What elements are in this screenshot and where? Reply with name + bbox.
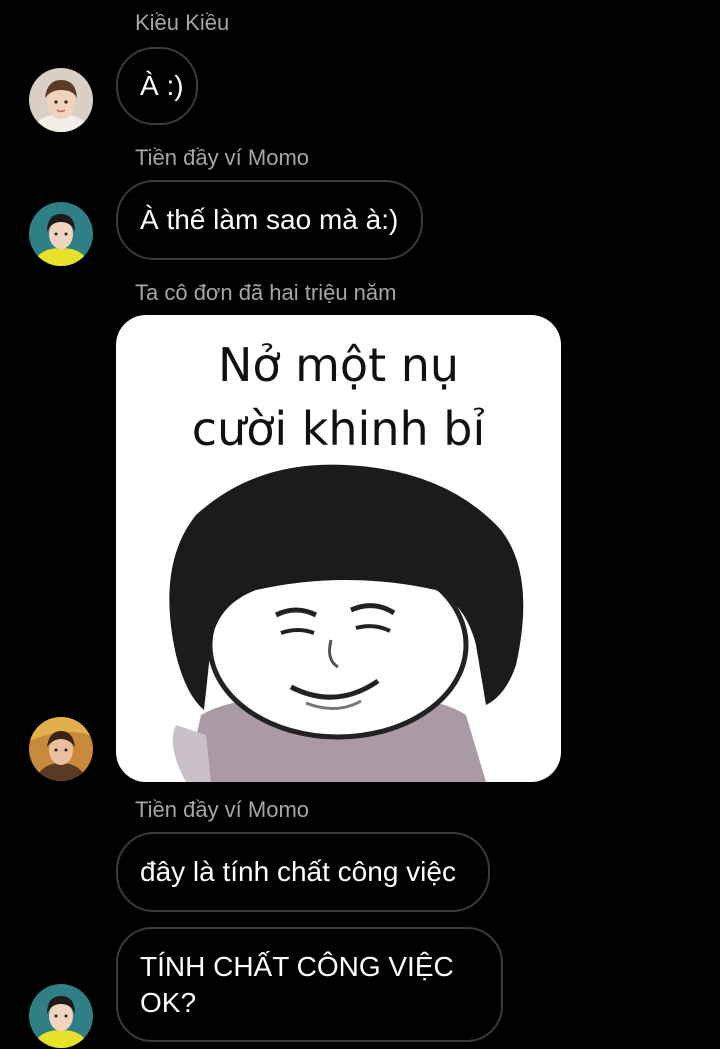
avatar-photo-icon (29, 984, 93, 1048)
avatar[interactable] (29, 984, 93, 1048)
message-bubble[interactable]: TÍNH CHẤT CÔNG VIỆC OK? (116, 927, 503, 1042)
message-bubble[interactable]: À thế làm sao mà à:) (116, 180, 423, 260)
sender-name: Tiền đầy ví Momo (135, 797, 310, 822)
sender-name: Ta cô đơn đã hai triệu năm (135, 280, 397, 305)
sticker-message[interactable]: Nở một nụ cười khinh bỉ (116, 315, 561, 782)
avatar[interactable] (29, 202, 93, 266)
sender-name: Kiều Kiều (135, 10, 230, 35)
avatar[interactable] (29, 68, 93, 132)
avatar[interactable] (29, 717, 93, 781)
meme-face-icon (169, 464, 524, 782)
message-bubble[interactable]: À :) (116, 47, 198, 125)
message-bubble[interactable]: đây là tính chất công việc (116, 832, 490, 912)
avatar-photo-icon (29, 68, 93, 132)
avatar-photo-icon (29, 202, 93, 266)
sender-name: Tiền đầy ví Momo (135, 145, 310, 170)
avatar-photo-icon (29, 717, 93, 781)
